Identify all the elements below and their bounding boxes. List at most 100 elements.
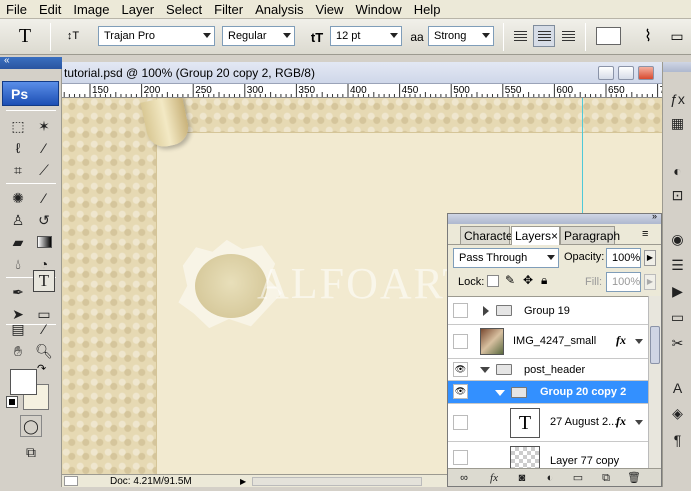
close-icon[interactable] xyxy=(638,66,654,80)
dock-header[interactable] xyxy=(663,62,691,72)
horizontal-ruler[interactable]: 150200250300350400450500550600650700 xyxy=(62,84,662,98)
swap-colors-icon[interactable]: ↷ xyxy=(37,362,52,376)
zoom-icon[interactable]: 🔍︎ xyxy=(33,340,55,362)
visibility-toggle[interactable] xyxy=(453,334,468,349)
visibility-toggle[interactable] xyxy=(453,303,468,318)
character-panel-icon[interactable]: ▭ xyxy=(666,25,688,47)
text-tool-icon[interactable]: T xyxy=(10,25,40,47)
fx-icon[interactable]: fx xyxy=(616,333,626,348)
fx-expand-icon[interactable] xyxy=(635,339,643,344)
layer-row-group-19[interactable]: Group 19 xyxy=(448,297,648,325)
toolbox-header[interactable]: « xyxy=(0,55,62,69)
collapse-icon[interactable]: » xyxy=(652,211,657,221)
close-tab-icon[interactable]: × xyxy=(551,229,558,243)
histogram-icon[interactable]: ◉ xyxy=(666,228,689,251)
font-family-select[interactable]: Trajan Pro xyxy=(98,26,215,46)
marquee-icon[interactable]: ⬚ xyxy=(7,115,29,137)
quick-select-icon[interactable]: ⁄ xyxy=(33,137,55,159)
paragraph-icon[interactable]: ¶ xyxy=(666,428,689,451)
layer-row-layer-77-copy[interactable]: Layer 77 copy xyxy=(448,442,648,468)
eraser-icon[interactable]: ▰ xyxy=(7,231,29,253)
lasso-icon[interactable]: ℓ xyxy=(7,137,29,159)
type-icon[interactable]: T xyxy=(33,270,55,292)
fx-icon[interactable]: fx xyxy=(616,414,626,429)
menu-select[interactable]: Select xyxy=(160,0,208,19)
swatches-icon[interactable]: ▦ xyxy=(666,112,689,135)
warp-text-icon[interactable]: ⌇ xyxy=(637,25,659,47)
opacity-slider-arrow-icon[interactable]: ▶ xyxy=(644,250,656,266)
menu-analysis[interactable]: Analysis xyxy=(249,0,309,19)
panel-header[interactable]: » xyxy=(448,211,661,224)
history-brush-icon[interactable]: ↺ xyxy=(33,209,55,231)
status-menu-arrow-icon[interactable]: ▶ xyxy=(240,475,246,488)
brushes-icon[interactable]: ✂ xyxy=(666,332,689,355)
font-size-select[interactable]: 12 pt xyxy=(330,26,402,46)
lock-pixels-icon[interactable]: ✎ xyxy=(505,273,515,287)
document-title-bar[interactable]: tutorial.psd @ 100% (Group 20 copy 2, RG… xyxy=(62,62,662,84)
fx-expand-icon[interactable] xyxy=(635,420,643,425)
add-style-icon[interactable]: fx xyxy=(486,470,502,486)
hand-icon[interactable]: ✋︎ xyxy=(7,340,29,362)
panel-menu-icon[interactable]: ≡ xyxy=(642,228,648,240)
lock-transparency-icon[interactable] xyxy=(487,275,499,287)
maximize-icon[interactable] xyxy=(618,66,634,80)
color-icon[interactable]: ƒx xyxy=(666,87,689,110)
delete-layer-icon[interactable]: 🗑︎ xyxy=(626,470,642,486)
collapse-arrow-icon[interactable] xyxy=(495,390,505,396)
link-layers-icon[interactable]: ∞ xyxy=(456,470,472,486)
layer-row-group-20-copy-2[interactable]: 👁︎ Group 20 copy 2 xyxy=(448,381,648,404)
collapse-icon[interactable]: « xyxy=(4,55,10,66)
styles-icon[interactable]: ◐ xyxy=(666,159,689,182)
horizontal-scrollbar[interactable] xyxy=(252,477,422,486)
info-icon[interactable]: ☰ xyxy=(666,254,689,277)
spot-heal-icon[interactable]: ✺ xyxy=(7,187,29,209)
text-color-swatch[interactable] xyxy=(596,27,621,45)
zoom-field[interactable] xyxy=(64,476,78,486)
collapse-arrow-icon[interactable] xyxy=(480,367,490,373)
layer-row-post-header[interactable]: 👁︎ post_header xyxy=(448,359,648,381)
menu-filter[interactable]: Filter xyxy=(208,0,249,19)
align-center-icon[interactable] xyxy=(533,25,555,47)
adjustment-layer-icon[interactable]: ◐ xyxy=(542,470,558,486)
pen-icon[interactable]: ✒ xyxy=(7,281,29,303)
slice-icon[interactable]: ⟋ xyxy=(33,159,55,181)
tab-character[interactable]: Character xyxy=(460,226,517,244)
menu-edit[interactable]: Edit xyxy=(33,0,67,19)
blur-icon[interactable]: 💧︎ xyxy=(7,253,29,275)
layer-row-27-august[interactable]: T 27 August 2... fx xyxy=(448,404,648,442)
layer-list-scrollbar[interactable] xyxy=(648,296,661,468)
brush-icon[interactable]: ⁄ xyxy=(33,187,55,209)
photoshop-logo[interactable]: Ps xyxy=(2,81,59,106)
antialias-select[interactable]: Strong xyxy=(428,26,494,46)
default-colors-icon[interactable] xyxy=(6,396,18,408)
layers-icon[interactable]: ◈ xyxy=(666,402,689,425)
eyedropper-icon[interactable]: ⁄ xyxy=(33,318,55,340)
menu-layer[interactable]: Layer xyxy=(116,0,161,19)
new-layer-icon[interactable]: ⧉ xyxy=(598,470,614,486)
new-group-icon[interactable]: ▭ xyxy=(570,470,586,486)
magic-wand-icon[interactable]: ✶ xyxy=(33,115,55,137)
menu-file[interactable]: File xyxy=(0,0,33,19)
navigator-icon[interactable]: ⊡ xyxy=(666,184,689,207)
layer-row-img-4247-small[interactable]: IMG_4247_small fx xyxy=(448,325,648,359)
visibility-toggle[interactable]: 👁︎ xyxy=(453,362,468,377)
gradient-icon[interactable] xyxy=(33,231,55,253)
expand-arrow-icon[interactable] xyxy=(483,306,489,316)
opacity-field[interactable]: 100% xyxy=(606,248,641,268)
adjustments-icon[interactable]: ▶ xyxy=(666,280,689,303)
foreground-swatch[interactable] xyxy=(10,369,37,395)
blend-mode-select[interactable]: Pass Through xyxy=(453,248,559,268)
lock-all-icon[interactable]: 🔒︎ xyxy=(541,273,547,288)
clone-source-icon[interactable]: A xyxy=(666,376,689,399)
visibility-toggle[interactable] xyxy=(453,450,468,465)
menu-image[interactable]: Image xyxy=(67,0,115,19)
align-left-icon[interactable] xyxy=(509,25,531,47)
visibility-toggle[interactable] xyxy=(453,415,468,430)
fill-slider-arrow-icon[interactable]: ▶ xyxy=(644,274,656,290)
visibility-toggle[interactable]: 👁︎ xyxy=(453,384,468,399)
text-orientation-icon[interactable]: ↕T xyxy=(62,25,84,47)
minimize-icon[interactable] xyxy=(598,66,614,80)
notes-icon[interactable]: ▤ xyxy=(7,318,29,340)
fill-field[interactable]: 100% xyxy=(606,272,641,292)
menu-help[interactable]: Help xyxy=(408,0,447,19)
